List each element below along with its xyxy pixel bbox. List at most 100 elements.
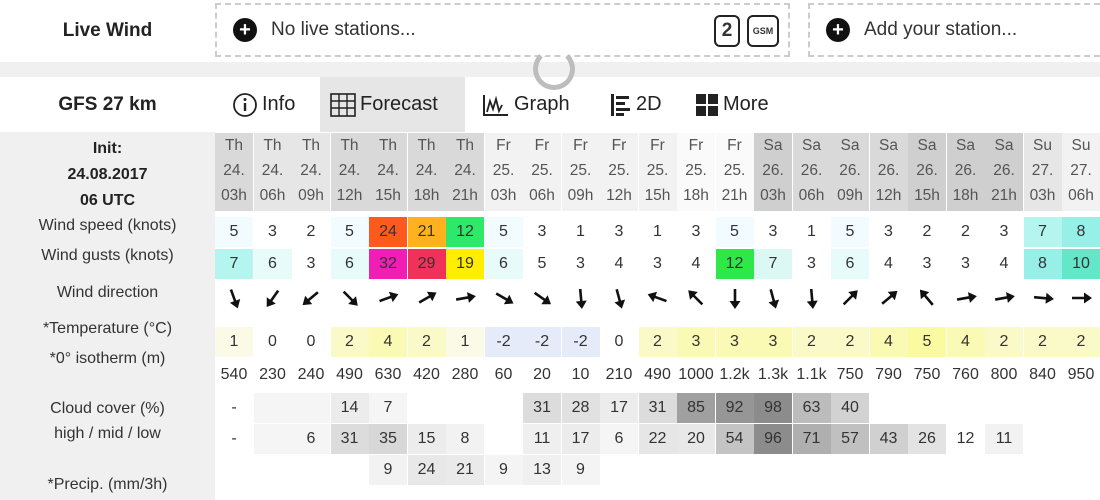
wind-arrow-icon xyxy=(1024,283,1062,313)
tab-graph[interactable]: Graph xyxy=(472,77,580,132)
wind-arrow-icon xyxy=(446,283,484,313)
bars-icon xyxy=(610,93,632,117)
header-day: Th xyxy=(224,137,244,154)
precip-cell xyxy=(1024,455,1062,485)
header-date: 26. xyxy=(954,162,977,179)
isotherm-cell: 280 xyxy=(451,366,479,383)
temperature-cell: 0 xyxy=(614,333,624,350)
isotherm-cell: 10 xyxy=(571,366,590,383)
isotherm-cell: 20 xyxy=(533,366,551,383)
header-hour: 06h xyxy=(259,187,286,204)
isotherm-cell: 420 xyxy=(413,366,440,383)
temperature-cell: 3 xyxy=(754,327,792,357)
header-hour: 18h xyxy=(683,187,709,204)
cloud-high-cell xyxy=(985,393,1023,423)
header-day: Th xyxy=(417,137,436,154)
tab-info[interactable]: Info xyxy=(222,77,305,132)
header-day: Su xyxy=(1033,137,1052,154)
column-header: Th 24. 18h xyxy=(407,133,446,211)
isotherm-cell: 950 xyxy=(1067,366,1095,383)
precip-cell: 21 xyxy=(446,455,484,485)
channel-2-icon[interactable]: 2 xyxy=(714,15,740,47)
cloud-high-cell: 17 xyxy=(600,393,638,423)
cloud-high-cell xyxy=(908,393,946,423)
wind-speed-cell: 5 xyxy=(484,217,523,247)
wind-gust-cell: 4 xyxy=(614,255,624,272)
wind-gust-cell: 3 xyxy=(653,255,662,272)
wind-arrow-icon xyxy=(485,283,523,313)
live-stations-box[interactable]: + No live stations... 2 GSM xyxy=(215,3,790,57)
tab-forecast[interactable]: Forecast xyxy=(320,77,465,132)
column-header: Fr 25. 09h xyxy=(561,133,600,211)
tab-2d-label: 2D xyxy=(636,93,662,115)
header-day: Th xyxy=(378,137,398,154)
header-date: 24. xyxy=(261,162,284,179)
isotherm-cell: 490 xyxy=(336,366,363,383)
header-day: Th xyxy=(301,137,321,154)
cloud-high-cell: 31 xyxy=(523,393,561,423)
isotherm-cell: 630 xyxy=(374,366,402,383)
wind-speed-cell: 2 xyxy=(306,223,316,240)
wind-speed-cell: 3 xyxy=(768,223,778,240)
cloud-high-cell: 40 xyxy=(831,393,869,423)
header-date: 26. xyxy=(839,162,861,179)
wind-arrow-icon xyxy=(600,283,638,313)
wind-gust-cell: 3 xyxy=(961,255,970,272)
header-day: Fr xyxy=(650,137,665,154)
plus-circle-icon[interactable]: + xyxy=(826,18,850,42)
wind-speed-cell: 3 xyxy=(614,223,624,240)
tab-more[interactable]: More xyxy=(685,77,779,132)
header-date: 24. xyxy=(454,162,476,179)
isotherm-cell: 230 xyxy=(259,366,286,383)
wind-arrow-icon xyxy=(369,283,407,313)
cloud-mid-cell: - xyxy=(231,430,237,447)
isotherm-cell: 760 xyxy=(952,366,979,383)
header-date: 25. xyxy=(723,162,746,179)
wind-arrow-icon xyxy=(1062,283,1100,313)
precip-cell: 9 xyxy=(561,455,600,485)
cloud-mid-cell: 26 xyxy=(908,424,946,454)
temperature-cell: -2 xyxy=(561,327,600,357)
precip-cell xyxy=(215,455,253,485)
wind-speed-cell: 3 xyxy=(537,223,547,240)
add-station-box[interactable]: + Add your station... xyxy=(808,3,1100,57)
wind-arrow-icon xyxy=(408,283,446,313)
tab-more-label: More xyxy=(723,93,769,115)
wind-gust-cell: 3 xyxy=(576,255,585,272)
column-header: Sa 26. 15h xyxy=(908,133,946,211)
header-date: 25. xyxy=(646,162,669,179)
wind-arrow-icon xyxy=(793,283,831,313)
header-date: 24. xyxy=(223,162,245,179)
tab-2d[interactable]: 2D xyxy=(600,77,672,132)
header-day: Sa xyxy=(763,137,783,154)
temperature-cell: 3 xyxy=(677,327,715,357)
wind-arrow-icon xyxy=(331,283,369,313)
gsm-icon[interactable]: GSM xyxy=(747,15,779,47)
column-header: Th 24. 12h xyxy=(330,133,369,211)
wind-speed-cell: 3 xyxy=(268,223,277,240)
plus-circle-icon[interactable]: + xyxy=(233,18,257,42)
column-header: Fr 25. 12h xyxy=(600,133,638,211)
tab-forecast-label: Forecast xyxy=(360,93,438,115)
wind-gust-cell: 3 xyxy=(306,255,316,272)
cloud-high-cell: 31 xyxy=(638,393,677,423)
wind-arrow-icon xyxy=(639,283,677,313)
column-header: Fr 25. 06h xyxy=(523,133,561,211)
cloud-high-cell xyxy=(292,393,330,423)
header-date: 27. xyxy=(1031,162,1054,179)
isotherm-cell: 1.3k xyxy=(757,366,789,383)
header-day: Sa xyxy=(994,137,1014,154)
wind-speed-cell: 21 xyxy=(407,217,446,247)
label-cloud-cover: Cloud cover (%) xyxy=(50,400,165,417)
column-header: Sa 26. 21h xyxy=(985,133,1023,211)
temperature-cell: 2 xyxy=(330,327,369,357)
cloud-mid-cell: 31 xyxy=(330,424,369,454)
header-hour: 18h xyxy=(952,187,979,204)
tab-graph-label: Graph xyxy=(514,93,570,115)
wind-arrow-icon xyxy=(215,283,253,313)
wind-speed-cell: 12 xyxy=(446,217,484,247)
wind-arrow-icon xyxy=(677,283,715,313)
isotherm-cell: 240 xyxy=(297,366,325,383)
header-hour: 15h xyxy=(644,187,671,204)
wind-gust-cell: 4 xyxy=(999,255,1009,272)
